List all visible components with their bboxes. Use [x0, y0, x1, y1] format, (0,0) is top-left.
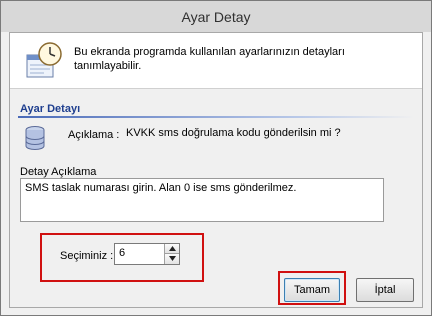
seciminiz-label: Seçiminiz :: [60, 250, 114, 262]
spinner-value[interactable]: 6: [119, 247, 125, 259]
spin-down-button[interactable]: [164, 254, 179, 264]
chevron-down-icon: [169, 256, 176, 261]
title-bar[interactable]: Ayar Detay: [1, 1, 431, 32]
dialog-client: Bu ekranda programda kullanılan ayarları…: [9, 32, 423, 308]
seciminiz-spinner[interactable]: 6: [114, 243, 180, 265]
aciklama-label: Açıklama :: [68, 129, 120, 141]
dialog-window: Ayar Detay Bu ekranda programda kullanıl…: [0, 0, 432, 316]
database-icon: [25, 126, 45, 150]
header-description: Bu ekranda programda kullanılan ayarları…: [74, 46, 345, 72]
tamam-button[interactable]: Tamam: [284, 278, 340, 302]
chevron-up-icon: [169, 246, 176, 251]
aciklama-value: KVKK sms doğrulama kodu gönderilsin mi ?: [126, 127, 341, 139]
section-title: Ayar Detayı: [20, 103, 81, 115]
iptal-button[interactable]: İptal: [356, 278, 414, 302]
detay-aciklama-textbox[interactable]: SMS taslak numarası girin. Alan 0 ise sm…: [20, 178, 384, 222]
spin-up-button[interactable]: [164, 244, 179, 254]
header-panel: Bu ekranda programda kullanılan ayarları…: [10, 33, 422, 89]
clock-document-icon: [26, 42, 62, 78]
section-divider: [18, 116, 414, 118]
detay-aciklama-label: Detay Açıklama: [20, 166, 97, 178]
window-title: Ayar Detay: [181, 9, 251, 25]
